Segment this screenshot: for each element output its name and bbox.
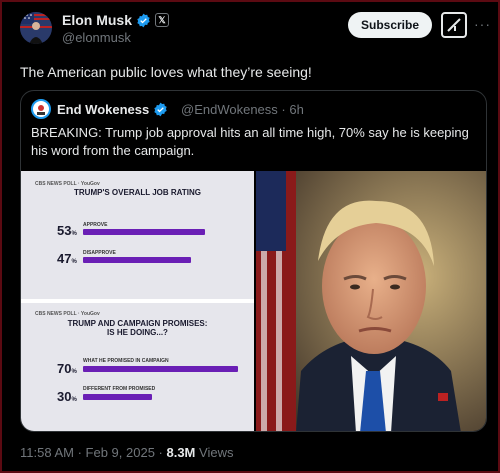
author-handle[interactable]: @elonmusk (62, 30, 131, 45)
quoted-tweet-card[interactable]: End Wokeness @EndWokeness · 6h BREAKING:… (20, 90, 487, 432)
quoted-text: BREAKING: Trump job approval hits an all… (31, 125, 469, 158)
author-name-row[interactable]: Elon Musk 𝕏 (62, 12, 170, 28)
poll-label: DISAPPROVE (83, 250, 116, 256)
poll-divider (21, 299, 254, 303)
poll-percent: 47% (57, 251, 77, 266)
poll-percent: 53% (57, 223, 77, 238)
quoted-name[interactable]: End Wokeness (57, 102, 149, 117)
poll-bar (83, 366, 238, 372)
more-options-icon[interactable]: ··· (474, 16, 491, 32)
subscribe-button[interactable]: Subscribe (348, 12, 432, 38)
quoted-avatar[interactable] (31, 99, 51, 119)
views-label: Views (199, 445, 234, 460)
verified-icon (137, 13, 150, 27)
poll-label: DIFFERENT FROM PROMISED (83, 386, 156, 392)
poll-source: CBS NEWS POLL · YouGov (35, 181, 100, 187)
poll-source: CBS NEWS POLL · YouGov (35, 311, 100, 317)
views-count: 8.3M (166, 445, 196, 460)
portrait-photo[interactable] (256, 171, 486, 431)
author-avatar[interactable] (20, 12, 52, 44)
poll-graphic[interactable]: CBS NEWS POLL · YouGov TRUMP'S OVERALL J… (21, 171, 254, 431)
poll-percent: 30% (57, 389, 77, 404)
grok-icon[interactable] (441, 12, 467, 38)
poll-title: TRUMP AND CAMPAIGN PROMISES: IS HE DOING.… (67, 319, 208, 337)
flag-pin-icon (438, 393, 448, 401)
author-name[interactable]: Elon Musk (62, 12, 132, 28)
tweet-meta: 11:58 AM · Feb 9, 2025 · 8.3M Views (20, 445, 234, 460)
poll-label: WHAT HE PROMISED IN CAMPAIGN (83, 358, 169, 364)
poll-label: APPROVE (83, 222, 108, 228)
tweet-text: The American public loves what they’re s… (20, 64, 312, 80)
poll-percent: 70% (57, 361, 77, 376)
quoted-handle[interactable]: @EndWokeness (181, 102, 278, 117)
quoted-time[interactable]: 6h (289, 102, 303, 117)
poll-title: TRUMP'S OVERALL JOB RATING (74, 188, 201, 197)
x-affiliate-icon: 𝕏 (155, 13, 170, 27)
poll-bar (83, 394, 152, 400)
quoted-name-row[interactable]: End Wokeness (57, 102, 168, 117)
quoted-handle-time: @EndWokeness · 6h (181, 102, 304, 117)
post-date[interactable]: Feb 9, 2025 (86, 445, 155, 460)
poll-bar (83, 229, 205, 235)
post-time[interactable]: 11:58 AM (20, 445, 74, 460)
poll-bar (83, 257, 191, 263)
verified-icon (154, 102, 167, 117)
